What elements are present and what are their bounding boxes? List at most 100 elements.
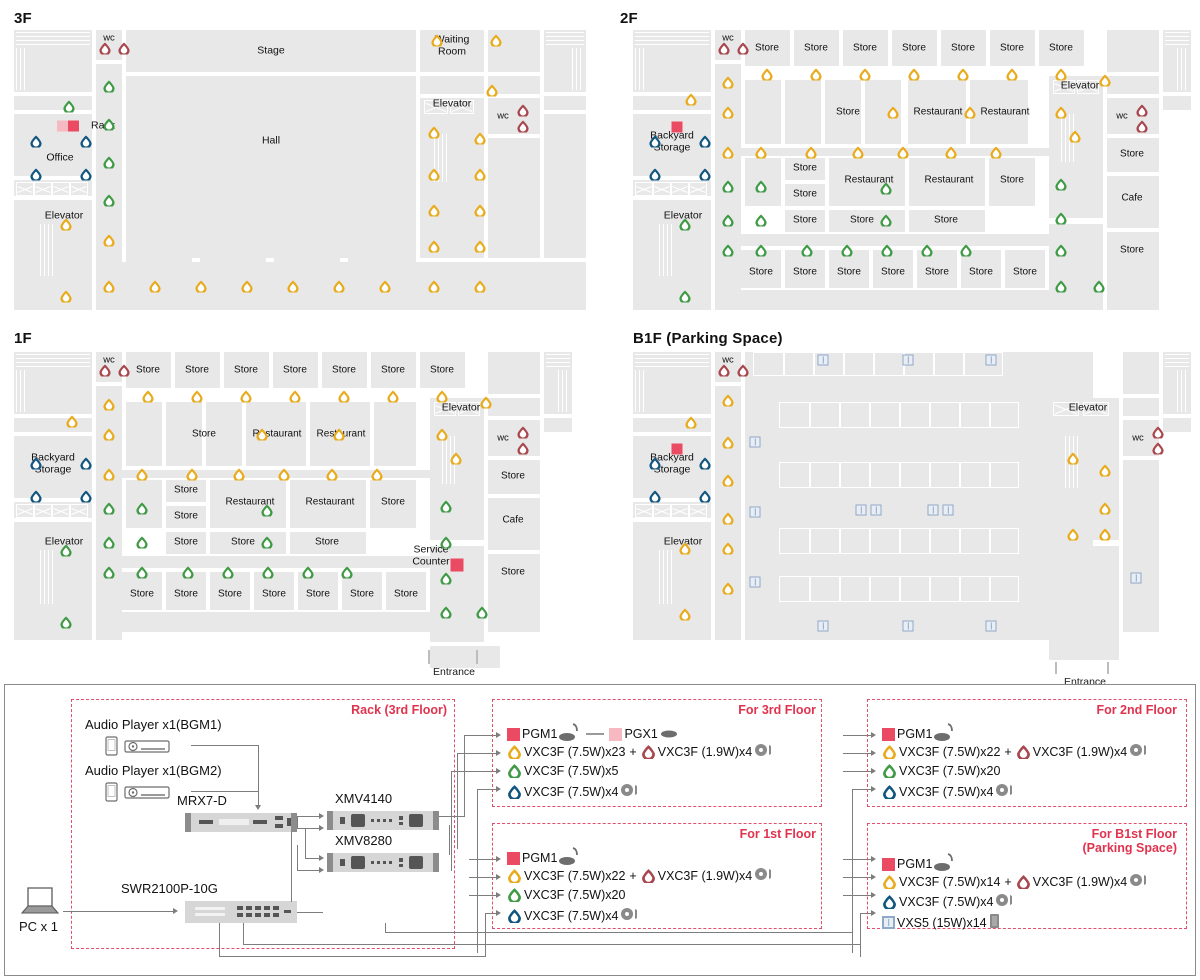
floor-plan-3f: 3F Stage Hall Office Waiting Room Elevat…	[0, 0, 600, 320]
zone-2f-title: For 2nd Floor	[1096, 703, 1177, 717]
speaker-icon-yellow	[964, 106, 977, 119]
speaker-icon-red	[99, 42, 112, 55]
speaker-icon-red	[718, 364, 731, 377]
speaker-icon-green	[440, 606, 453, 619]
speaker-icon-yellow	[191, 390, 204, 403]
volume-control-icon	[995, 893, 1014, 910]
speaker-icon-yellow	[990, 146, 1003, 159]
label-entrance: Entrance	[432, 666, 476, 678]
volume-control-icon	[995, 783, 1014, 800]
speaker-icon-yellow	[379, 280, 392, 293]
speaker-icon-green	[1055, 244, 1068, 257]
speaker-icon-yellow	[755, 146, 768, 159]
label-store: Store	[1000, 42, 1024, 54]
plan-body-1f: Store Store Store Store Store Store Stor…	[14, 350, 586, 678]
speaker-icon-red	[1152, 442, 1165, 455]
label-elevator: Elevator	[441, 401, 481, 414]
speaker-icon-red	[118, 42, 131, 55]
speaker-icon-blue	[699, 168, 712, 181]
speaker-icon-green	[182, 566, 195, 579]
volume-control-icon	[1129, 873, 1148, 890]
zone-3f-red-label: VXC3F (1.9W)x4	[657, 744, 753, 759]
label-office: Office	[46, 151, 74, 164]
speaker-icon-green	[63, 100, 76, 113]
speaker-icon-yellow	[722, 542, 735, 555]
speaker-icon-blue	[30, 490, 43, 503]
zone-1f-title: For 1st Floor	[739, 827, 816, 841]
speaker-icon-red	[517, 104, 530, 117]
zone-3f-row-green: VXC3F (7.5W)x5	[507, 763, 618, 778]
speaker-icon-green	[841, 244, 854, 257]
zone-b1f-blue-label: VXC3F (7.5W)x4	[899, 894, 994, 909]
audio-player-1-icon	[105, 735, 171, 762]
volume-control-icon	[754, 743, 773, 760]
pgm1-chip	[507, 851, 520, 865]
xmv8280-device	[327, 853, 439, 872]
label-store: Store	[793, 162, 817, 174]
label-service-2: Counter	[412, 555, 450, 568]
zone-3f-row-pgm1: PGM1 PGX1	[507, 723, 678, 745]
speaker-icon-yellow	[1069, 130, 1082, 143]
speaker-icon-green	[507, 887, 522, 902]
volume-control-icon	[620, 783, 639, 800]
zone-b1f-yellow-label: VXC3F (7.5W)x14	[899, 874, 1001, 889]
speaker-icon-green	[103, 566, 116, 579]
speaker-icon-green	[440, 572, 453, 585]
mrx7d-device	[185, 813, 297, 832]
pgm1-label: PGM1	[522, 727, 558, 741]
speaker-icon-green	[136, 536, 149, 549]
plus-sign: +	[629, 868, 637, 883]
speaker-icon-yellow	[136, 468, 149, 481]
speaker-icon-yellow	[1099, 464, 1112, 477]
speaker-icon-green	[722, 180, 735, 193]
speaker-icon-yellow	[882, 874, 897, 889]
speaker-icon-green	[222, 566, 235, 579]
pgm1-chip	[882, 727, 895, 741]
label-store: Store	[136, 364, 160, 376]
label-restaurant: Restaurant	[305, 496, 355, 508]
plus-sign: +	[1004, 874, 1012, 889]
speaker-icon-yellow	[486, 84, 499, 97]
plan-body-2f: Store Store Store Store Store Store Stor…	[633, 28, 1191, 314]
zone-b1f-subtitle: (Parking Space)	[1082, 841, 1177, 855]
label-store: Store	[332, 364, 356, 376]
label-store: Store	[969, 266, 993, 278]
speaker-icon-yellow	[103, 234, 116, 247]
microphone-icon	[934, 853, 956, 875]
zone-b1f-red-label: VXC3F (1.9W)x4	[1032, 874, 1128, 889]
label-store: Store	[381, 364, 405, 376]
label-store: Store	[174, 510, 198, 522]
zone-1f-red-label: VXC3F (1.9W)x4	[657, 868, 753, 883]
room-wc	[488, 98, 540, 134]
xmv8280-label: XMV8280	[335, 833, 393, 848]
zone-b1f-row-vxs5: VXS5 (15W)x14	[882, 913, 1001, 932]
speaker-icon-yellow	[428, 204, 441, 217]
speaker-icon-blue	[649, 135, 662, 148]
speaker-icon-green	[507, 763, 522, 778]
label-wc: wc	[1116, 110, 1128, 122]
room-elevator	[430, 398, 484, 540]
speaker-icon-blue	[80, 168, 93, 181]
zone-b1f-title: For B1st Floor	[1091, 827, 1177, 841]
speaker-icon-red	[641, 868, 656, 883]
zone-3f-row-blue: VXC3F (7.5W)x4	[507, 783, 639, 800]
speaker-icon-yellow	[431, 34, 444, 47]
label-store: Store	[925, 266, 949, 278]
label-store: Store	[793, 266, 817, 278]
speaker-icon-yellow	[333, 428, 346, 441]
label-store: Store	[837, 266, 861, 278]
speaker-icon-yellow	[722, 106, 735, 119]
speaker-icon-yellow	[149, 280, 162, 293]
speaker-icon-green	[1055, 178, 1068, 191]
speaker-icon-blue	[30, 135, 43, 148]
zone-2f-blue-label: VXC3F (7.5W)x4	[899, 784, 994, 799]
label-store: Store	[174, 588, 198, 600]
label-store: Store	[902, 42, 926, 54]
label-store: Store	[350, 588, 374, 600]
audio-player-2-icon	[105, 781, 171, 808]
speaker-icon-green	[60, 616, 73, 629]
floor-plan-1f: 1F Store Store Store Store Store Store S…	[0, 320, 600, 680]
speaker-icon-yellow	[722, 582, 735, 595]
room-hall	[126, 76, 416, 258]
label-elevator: Elevator	[432, 97, 472, 110]
